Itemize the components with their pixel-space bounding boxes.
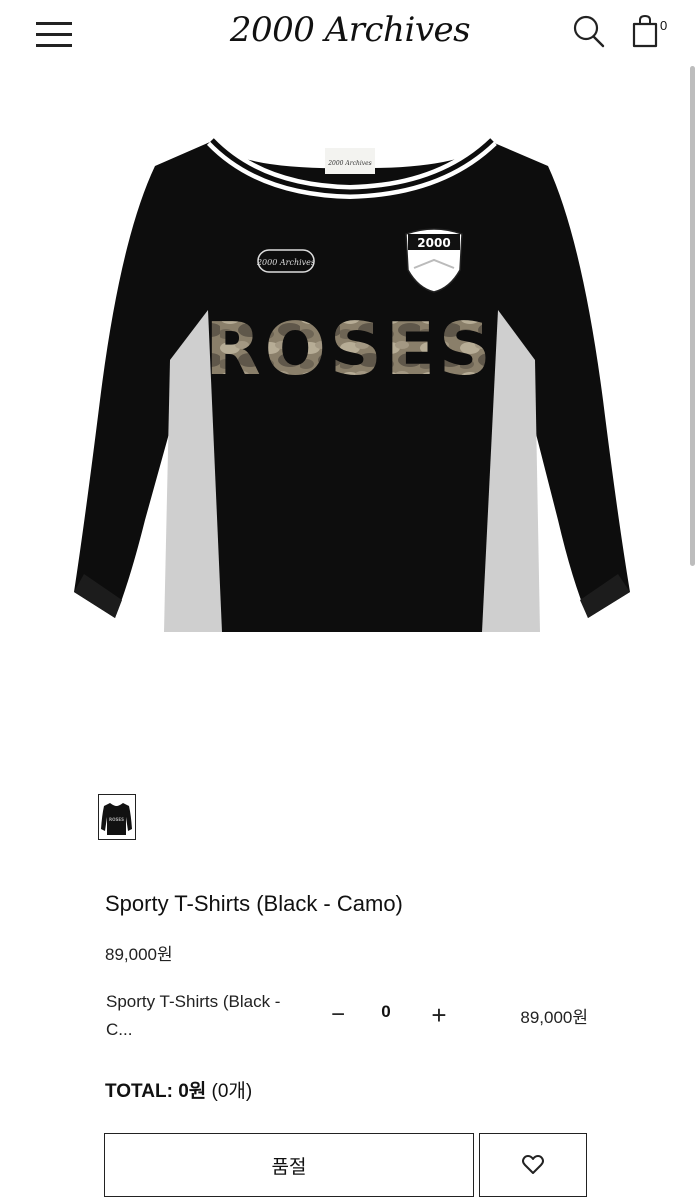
total-label: TOTAL: (105, 1081, 173, 1102)
quantity-decrease-button[interactable]: − (326, 1000, 350, 1030)
total-count: (0개) (211, 1081, 253, 1102)
chest-print-text: ROSES (205, 307, 495, 391)
product-price: 89,000원 (105, 945, 173, 964)
product-title: Sporty T-Shirts (Black - Camo) (105, 891, 403, 916)
search-icon[interactable] (572, 14, 606, 50)
option-price: 89,000원 (520, 1008, 588, 1027)
cart-count-badge: 0 (660, 18, 668, 33)
heart-icon (522, 1155, 544, 1174)
product-thumbnail[interactable]: ROSES (98, 794, 136, 840)
thumbnail-print-text: ROSES (109, 817, 124, 822)
product-main-image: 2000 Archives 2000 Archives 2000 ROSES (60, 100, 640, 660)
neck-label-text: 2000 Archives (327, 160, 372, 167)
cart-button[interactable]: 0 (630, 14, 674, 52)
shopping-bag-icon (632, 14, 658, 48)
quantity-value: 0 (381, 1002, 391, 1021)
site-logo[interactable]: 2000 Archives (200, 10, 500, 50)
total-amount: 0원 (178, 1081, 207, 1102)
selected-option-name: Sporty T-Shirts (Black - C... (106, 992, 281, 1039)
chest-patch-text: 2000 Archives (256, 258, 315, 267)
site-header: 2000 Archives 0 (0, 0, 698, 68)
hamburger-menu-icon[interactable] (36, 20, 72, 48)
quantity-increase-button[interactable]: + (427, 1000, 451, 1030)
wishlist-button[interactable] (479, 1133, 587, 1197)
sold-out-button[interactable]: 품절 (104, 1133, 474, 1197)
order-total: TOTAL: 0원 (0개) (105, 1076, 252, 1103)
scrollbar[interactable] (690, 66, 695, 566)
shield-badge-text: 2000 (417, 236, 450, 250)
